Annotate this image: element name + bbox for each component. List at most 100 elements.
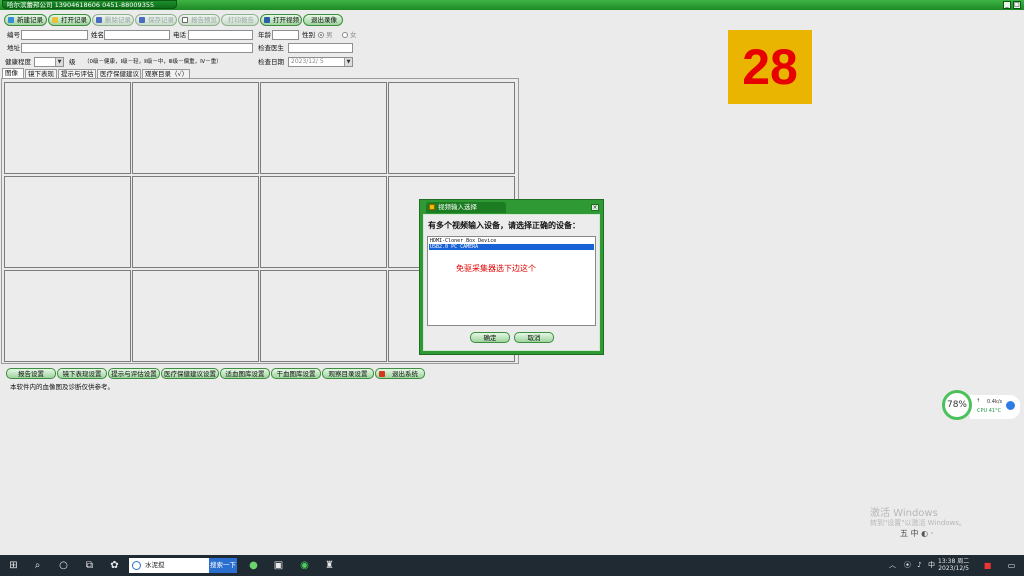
image-cell[interactable]	[388, 82, 515, 174]
notification-app-icon[interactable]: ■	[980, 558, 995, 573]
clock-time: 13:38 周二	[938, 558, 970, 565]
microscope-app-icon[interactable]: ♜	[322, 558, 337, 573]
image-cell[interactable]	[4, 270, 131, 362]
report-preview-button[interactable]: 报告预览	[178, 14, 220, 26]
image-cell[interactable]	[4, 176, 131, 268]
stop-recording-label: 退出录像	[311, 16, 337, 24]
image-cell[interactable]	[260, 270, 387, 362]
image-cell[interactable]	[132, 176, 259, 268]
assessment-settings-button[interactable]: 提示与评估设置	[108, 368, 160, 379]
doctor-field[interactable]	[288, 43, 353, 53]
save-record-label: 保存记录	[148, 16, 174, 24]
image-cell[interactable]	[260, 176, 387, 268]
calendar-dropdown-icon[interactable]: ▼	[344, 58, 352, 66]
title-bar: 哈尔滨蕾邦公司 13904618606 0451-88009355 _ □	[0, 0, 1024, 10]
perf-panel: ↑ 0.4k/s CPU 41°C	[970, 395, 1020, 419]
image-cell[interactable]	[132, 82, 259, 174]
sex-male-radio[interactable]	[318, 32, 324, 38]
close-icon[interactable]: ×	[591, 204, 599, 211]
cortana-icon[interactable]: ○	[56, 558, 71, 573]
device-list[interactable]: HDMI-Cloner Box Device USB2.0 PC CAMERA …	[427, 236, 596, 326]
tab-microscope[interactable]: 镜下表现	[25, 69, 57, 78]
tab-image[interactable]: 图像	[2, 68, 24, 78]
device-item-selected[interactable]: USB2.0 PC CAMERA	[429, 244, 594, 250]
new-record-button[interactable]: 新建记录	[4, 14, 47, 26]
report-settings-button[interactable]: 报告设置	[6, 368, 56, 379]
doctor-label: 检查医生	[258, 44, 284, 52]
healthcare-settings-button[interactable]: 医疗保健建议设置	[161, 368, 219, 379]
open-record-label: 打开记录	[61, 16, 87, 24]
maximize-button[interactable]: □	[1013, 1, 1021, 9]
open-record-button[interactable]: 打开记录	[48, 14, 91, 26]
sex-male-label: 男	[326, 31, 333, 39]
windows-start-icon[interactable]: ⊞	[6, 558, 21, 573]
observation-settings-button[interactable]: 观察目录设置	[322, 368, 374, 379]
microscope-settings-button[interactable]: 镜下表现设置	[57, 368, 107, 379]
printer-icon[interactable]: ▣	[271, 558, 286, 573]
dry-blood-library-button[interactable]: 干血图库设置	[271, 368, 321, 379]
save-icon	[139, 17, 145, 23]
ime-indicator[interactable]: 五 中 ◐ ·	[900, 528, 933, 540]
app-icon	[429, 204, 435, 210]
tab-healthcare[interactable]: 医疗保健建议	[97, 69, 141, 78]
cancel-button[interactable]: 取消	[514, 332, 554, 343]
id-label: 编号	[7, 31, 20, 39]
name-label: 姓名	[91, 31, 104, 39]
name-field[interactable]	[104, 30, 170, 40]
address-field[interactable]	[21, 43, 253, 53]
memory-gauge[interactable]: 78%	[942, 390, 972, 420]
ok-button[interactable]: 确定	[470, 332, 510, 343]
sex-female-radio[interactable]	[342, 32, 348, 38]
document-icon	[182, 17, 188, 23]
stop-recording-button[interactable]: 退出录像	[303, 14, 343, 26]
tab-observation[interactable]: 观察目录（√）	[142, 69, 190, 78]
green-app-icon[interactable]: ●	[246, 558, 261, 573]
folder-icon	[52, 17, 58, 23]
activate-windows-hint: 转到"设置"以激活 Windows。	[870, 519, 966, 527]
image-cell[interactable]	[260, 82, 387, 174]
search-icon[interactable]: ⌕	[30, 558, 45, 573]
health-label: 健康程度	[5, 58, 31, 66]
age-field[interactable]	[272, 30, 299, 40]
ime-tray-icon[interactable]: 中	[924, 558, 939, 573]
task-view-icon[interactable]: ⧉	[82, 558, 97, 573]
date-field[interactable]: 2023/12/ 5 ▼	[288, 57, 353, 67]
activate-windows-title: 激活 Windows	[870, 508, 938, 519]
action-center-icon[interactable]: ▭	[1004, 558, 1019, 573]
clock-date: 2023/12/5	[938, 565, 969, 572]
image-cell[interactable]	[4, 82, 131, 174]
delete-record-label: 删除记录	[105, 16, 131, 24]
exit-system-button[interactable]: 退出系统	[375, 368, 425, 379]
dialog-body: 有多个视频输入设备，请选择正确的设备： HDMI-Cloner Box Devi…	[423, 214, 600, 351]
tab-assessment[interactable]: 提示与评估	[58, 69, 96, 78]
search-button[interactable]: 搜索一下	[209, 558, 237, 573]
app-icon[interactable]: ✿	[107, 558, 122, 573]
health-unit-label: 级	[69, 58, 76, 66]
image-cell[interactable]	[132, 270, 259, 362]
exit-icon	[379, 371, 385, 377]
minimize-button[interactable]: _	[1003, 1, 1011, 9]
clock[interactable]: 13:38 周二 2023/12/5	[938, 558, 969, 572]
video-input-dialog: 视频输入选择 × 有多个视频输入设备，请选择正确的设备： HDMI-Cloner…	[419, 199, 604, 355]
tray-chevron-icon[interactable]: ︿	[885, 558, 900, 573]
phone-field[interactable]	[188, 30, 253, 40]
health-level-select[interactable]: ▼	[34, 57, 64, 67]
wet-blood-library-button[interactable]: 适血图库设置	[220, 368, 270, 379]
chevron-down-icon: ▼	[55, 58, 63, 66]
id-field[interactable]	[21, 30, 88, 40]
taskbar-search-input[interactable]: 水泥搅	[129, 558, 209, 573]
phone-label: 电话	[173, 31, 186, 39]
open-video-button[interactable]: 打开视频	[260, 14, 302, 26]
age-label: 年龄	[258, 31, 271, 39]
print-report-button[interactable]: 打印报告	[221, 14, 259, 26]
save-record-button[interactable]: 保存记录	[135, 14, 177, 26]
number-badge: 28	[728, 30, 812, 104]
wechat-icon[interactable]: ◉	[297, 558, 312, 573]
address-label: 地址	[7, 44, 20, 52]
new-record-icon	[8, 17, 14, 23]
window-title: 哈尔滨蕾邦公司 13904618606 0451-88009355	[2, 0, 177, 9]
delete-record-button[interactable]: 删除记录	[92, 14, 134, 26]
upload-icon: ↑	[976, 398, 981, 404]
boost-icon[interactable]	[1006, 401, 1015, 410]
dialog-title-text: 视频输入选择	[438, 203, 477, 211]
